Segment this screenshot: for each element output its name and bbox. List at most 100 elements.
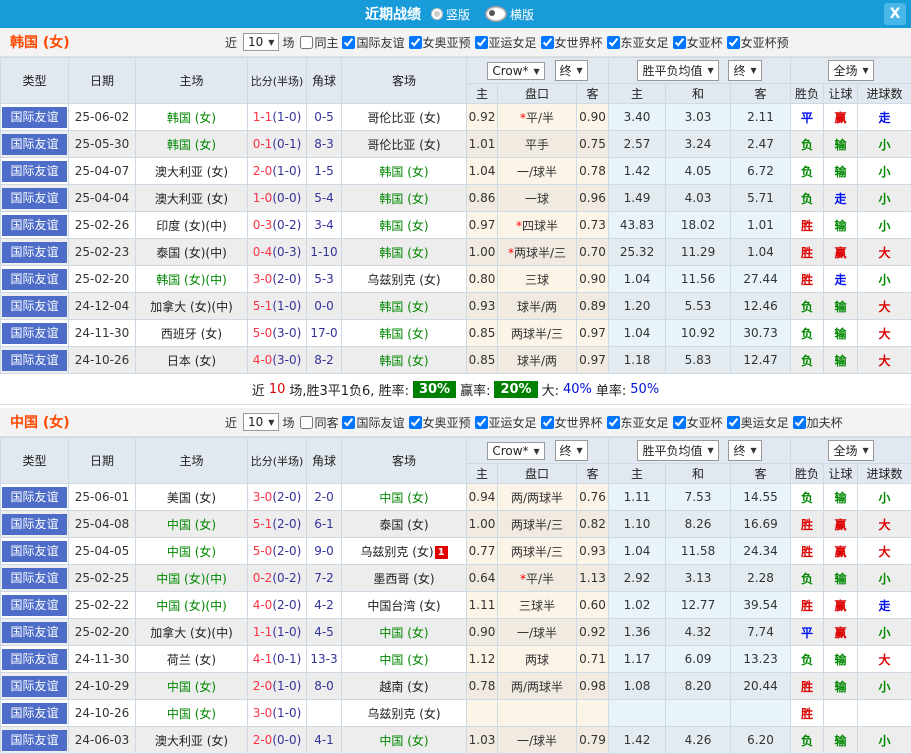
cell-match-type: 国际友谊 — [0, 265, 69, 293]
cell-avg-draw: 4.26 — [665, 726, 732, 754]
cell-handicap: *两球半/三 — [497, 238, 577, 266]
period-select[interactable]: 全场 ▼ — [828, 60, 874, 81]
odds-stage-select[interactable]: 终 ▼ — [554, 60, 588, 81]
league-filter-checkbox[interactable] — [540, 35, 554, 49]
cell-match-type: 国际友谊 — [0, 238, 69, 266]
league-filter-checkbox[interactable] — [792, 415, 806, 429]
avg-stage-select[interactable]: 终 ▼ — [728, 60, 762, 81]
league-filter[interactable]: 加夫杯 — [791, 414, 843, 431]
league-filter[interactable]: 女世界杯 — [539, 414, 603, 431]
same-venue-filter[interactable]: 同主 — [298, 34, 338, 51]
cell-away-team: 韩国 (女) — [341, 238, 467, 266]
table-row: 国际友谊 25-04-08 中国 (女) 5-1(2-0) 6-1 泰国 (女)… — [0, 510, 911, 538]
results-table: 类型 日期 主场 比分(半场) 角球 客场 Crow* ▼ 终 ▼ 胜平负均值 ▼ 终… — [0, 57, 911, 374]
league-filter[interactable]: 女奥亚预 — [407, 414, 471, 431]
cell-home-odds: 0.86 — [466, 184, 498, 212]
sub-header-home-odd: 主 — [466, 83, 498, 104]
avg-odds-select[interactable]: 胜平负均值 ▼ — [637, 60, 719, 81]
cell-handicap-result: 赢 — [823, 537, 859, 565]
cell-home-team: 加拿大 (女)(中) — [135, 618, 248, 646]
col-header-type: 类型 — [0, 437, 69, 484]
league-filter[interactable]: 国际友谊 — [340, 34, 405, 51]
odds-stage-select[interactable]: 终 ▼ — [554, 440, 588, 461]
cell-home-team: 美国 (女) — [135, 483, 248, 511]
bookmaker-select[interactable]: Crow* ▼ — [487, 442, 545, 460]
games-count-select[interactable]: 10 ▼ — [243, 413, 280, 431]
cell-handicap-result: 赢 — [823, 591, 859, 619]
league-filter-checkbox[interactable] — [540, 415, 554, 429]
cell-match-type: 国际友谊 — [0, 211, 69, 239]
table-row: 国际友谊 24-10-26 中国 (女) 3-0(1-0) 乌兹别克 (女) 胜 — [0, 699, 911, 727]
league-filter-checkbox[interactable] — [672, 415, 686, 429]
cell-date: 25-04-08 — [68, 510, 136, 538]
league-filter-checkbox[interactable] — [474, 415, 488, 429]
cell-goals-result: 小 — [857, 130, 911, 158]
league-filter[interactable]: 东亚女足 — [605, 414, 669, 431]
cell-score: 0-1(0-1) — [247, 130, 307, 158]
cell-date: 24-10-26 — [68, 699, 136, 727]
layout-radio-horizontal[interactable]: 横版 — [482, 6, 534, 23]
cell-avg-away: 39.54 — [730, 591, 792, 619]
cell-score: 3-0(2-0) — [247, 483, 307, 511]
chevron-down-icon: ▼ — [750, 446, 757, 455]
games-count-select[interactable]: 10 ▼ — [243, 33, 280, 51]
cell-home-odds: 0.94 — [466, 483, 498, 511]
league-filter-checkbox[interactable] — [606, 415, 620, 429]
table-row: 国际友谊 25-06-02 韩国 (女) 1-1(1-0) 0-5 哥伦比亚 (… — [0, 103, 911, 131]
period-select[interactable]: 全场 ▼ — [828, 440, 874, 461]
league-filter-checkbox[interactable] — [408, 415, 422, 429]
league-filter-checkbox[interactable] — [606, 35, 620, 49]
same-venue-checkbox[interactable] — [300, 415, 314, 429]
league-filter-checkbox[interactable] — [726, 415, 740, 429]
cell-away-odds: 0.82 — [575, 510, 610, 538]
league-filter[interactable]: 女奥亚预 — [407, 34, 471, 51]
cell-avg-home: 25.32 — [608, 238, 667, 266]
cell-avg-draw: 4.32 — [665, 618, 732, 646]
cell-handicap-result: 输 — [823, 130, 859, 158]
cell-home-team: 中国 (女) — [135, 672, 248, 700]
cell-date: 24-12-04 — [68, 292, 136, 320]
close-button[interactable]: X — [884, 3, 906, 25]
win-rate-badge: 30% — [412, 380, 457, 398]
league-filter-checkbox[interactable] — [342, 415, 356, 429]
cell-away-team: 墨西哥 (女) — [341, 564, 467, 592]
cell-away-odds: 0.79 — [575, 726, 610, 754]
cell-avg-away: 5.71 — [730, 184, 792, 212]
cell-result: 负 — [790, 319, 825, 347]
col-header-score: 比分(半场) — [247, 437, 307, 484]
summary-prefix: 近 — [251, 383, 265, 399]
cell-handicap: 平手 — [497, 130, 577, 158]
same-venue-filter[interactable]: 同客 — [298, 414, 338, 431]
layout-radio-vertical[interactable]: 竖版 — [430, 6, 470, 23]
league-filter-checkbox[interactable] — [474, 35, 488, 49]
table-row: 国际友谊 25-02-22 中国 (女)(中) 4-0(2-0) 4-2 中国台… — [0, 591, 911, 619]
same-venue-checkbox[interactable] — [300, 35, 314, 49]
cell-handicap: 三球 — [497, 265, 577, 293]
cell-away-team: 中国 (女) — [341, 483, 467, 511]
league-filter-checkbox[interactable] — [408, 35, 422, 49]
league-filter-checkbox[interactable] — [342, 35, 356, 49]
league-filter[interactable]: 亚运女足 — [473, 34, 537, 51]
league-filter[interactable]: 女亚杯 — [671, 34, 723, 51]
league-filter[interactable]: 女亚杯 — [671, 414, 723, 431]
handicap-rate-label: 赢率: — [460, 383, 491, 399]
league-filter[interactable]: 奥运女足 — [725, 414, 789, 431]
cell-goals-result: 小 — [857, 564, 911, 592]
cell-score: 2-0(1-0) — [247, 672, 307, 700]
cell-home-team: 韩国 (女)(中) — [135, 265, 248, 293]
league-filter[interactable]: 国际友谊 — [340, 414, 405, 431]
league-filter[interactable]: 女亚杯预 — [725, 34, 789, 51]
cell-handicap: 一/球半 — [497, 618, 577, 646]
league-filter[interactable]: 女世界杯 — [539, 34, 603, 51]
cell-handicap-result — [823, 699, 859, 727]
section-title: 中国 (女) — [10, 415, 70, 431]
table-row: 国际友谊 25-02-23 泰国 (女)(中) 0-4(0-3) 1-10 韩国… — [0, 238, 911, 266]
avg-odds-select[interactable]: 胜平负均值 ▼ — [637, 440, 719, 461]
league-filter-checkbox[interactable] — [726, 35, 740, 49]
league-filter[interactable]: 东亚女足 — [605, 34, 669, 51]
sub-header-goals: 进球数 — [857, 463, 911, 484]
avg-stage-select[interactable]: 终 ▼ — [728, 440, 762, 461]
league-filter-checkbox[interactable] — [672, 35, 686, 49]
bookmaker-select[interactable]: Crow* ▼ — [487, 62, 545, 80]
league-filter[interactable]: 亚运女足 — [473, 414, 537, 431]
